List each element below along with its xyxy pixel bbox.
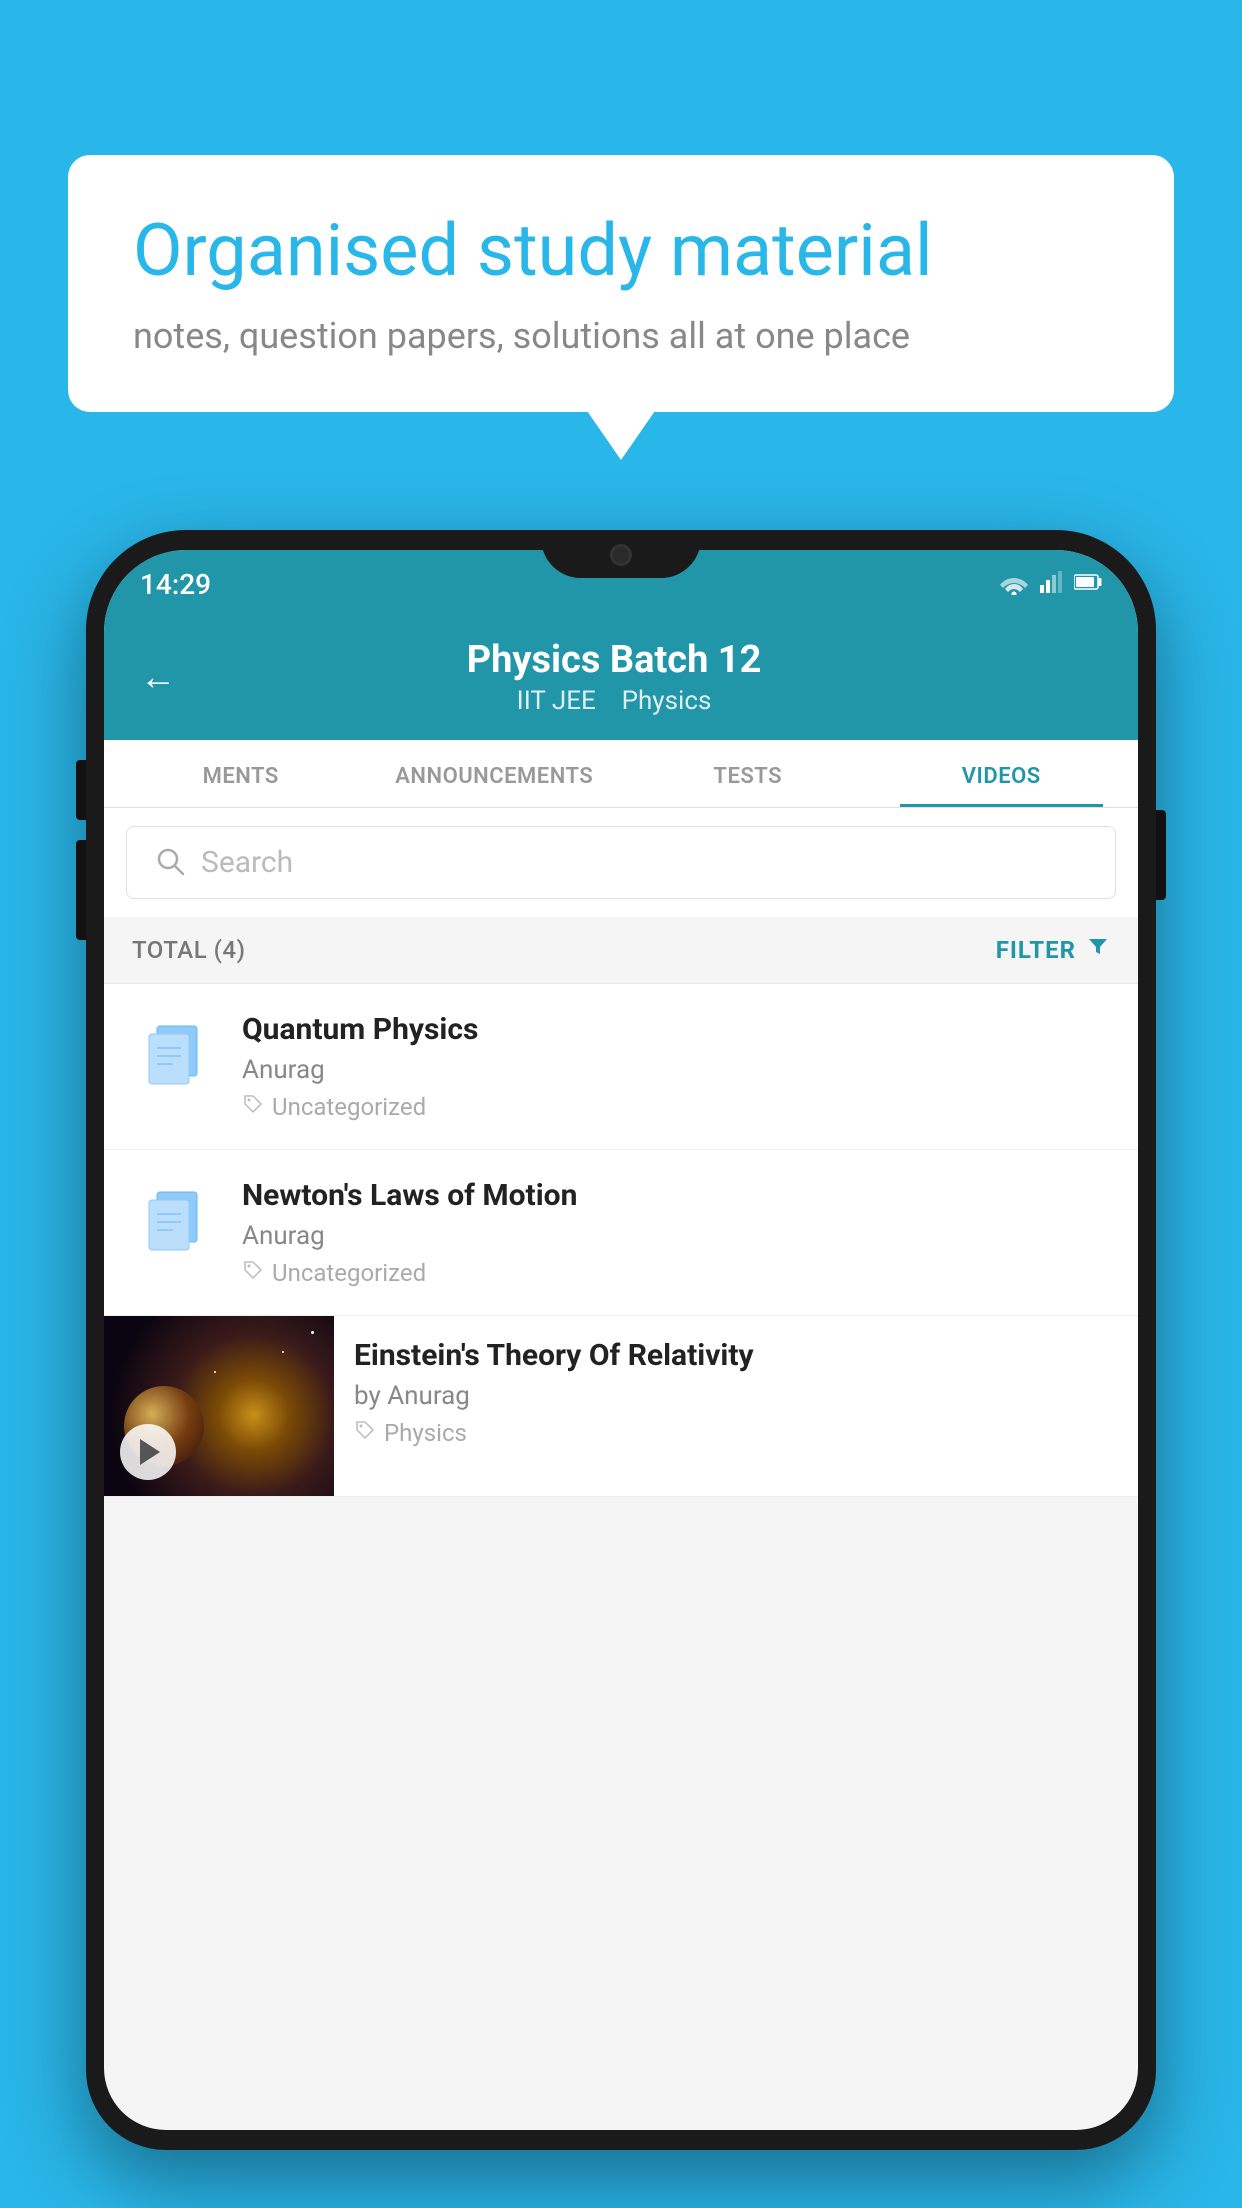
item-icon — [128, 1012, 218, 1088]
play-triangle-icon — [140, 1439, 160, 1465]
phone-mockup: 14:29 — [86, 530, 1156, 2208]
tab-announcements[interactable]: ANNOUNCEMENTS — [368, 740, 622, 807]
search-box[interactable]: Search — [126, 826, 1116, 899]
tabs-bar: MENTS ANNOUNCEMENTS TESTS VIDEOS — [104, 740, 1138, 808]
tag-icon — [242, 1093, 264, 1121]
speech-bubble-container: Organised study material notes, question… — [68, 155, 1174, 412]
item-tag: Uncategorized — [242, 1093, 1114, 1121]
item-author: by Anurag — [354, 1381, 1118, 1411]
volume-down-button — [76, 840, 86, 940]
total-count: TOTAL (4) — [132, 936, 245, 964]
list-item[interactable]: Quantum Physics Anurag Uncategorized — [104, 984, 1138, 1150]
filter-button[interactable]: FILTER — [996, 935, 1110, 965]
tag-label: Uncategorized — [272, 1259, 426, 1287]
phone-camera — [610, 544, 632, 566]
header-text: Physics Batch 12 IIT JEE Physics — [200, 638, 1028, 716]
item-author: Anurag — [242, 1055, 1114, 1085]
header-subtitle-part1: IIT JEE — [517, 686, 596, 716]
back-button[interactable]: ← — [140, 656, 176, 698]
header-title: Physics Batch 12 — [200, 638, 1028, 682]
signal-icon — [1040, 571, 1062, 597]
search-container: Search — [104, 808, 1138, 917]
header-subtitle: IIT JEE Physics — [200, 686, 1028, 716]
tab-ments[interactable]: MENTS — [114, 740, 368, 807]
search-placeholder: Search — [201, 845, 293, 880]
search-icon — [155, 846, 185, 880]
item-content: Einstein's Theory Of Relativity by Anura… — [334, 1316, 1138, 1469]
item-content: Quantum Physics Anurag Uncategorized — [242, 1012, 1114, 1121]
tag-label: Physics — [384, 1419, 467, 1447]
play-button[interactable] — [120, 1424, 176, 1480]
filter-icon — [1086, 935, 1110, 965]
item-author: Anurag — [242, 1221, 1114, 1251]
item-content: Newton's Laws of Motion Anurag Uncategor… — [242, 1178, 1114, 1287]
app-header: ← Physics Batch 12 IIT JEE Physics — [104, 618, 1138, 740]
phone-screen: 14:29 — [104, 550, 1138, 2130]
item-tag: Physics — [354, 1419, 1118, 1447]
video-list: Quantum Physics Anurag Uncategorized — [104, 984, 1138, 1497]
folder-icon — [141, 1018, 205, 1088]
item-title: Quantum Physics — [242, 1012, 1114, 1047]
volume-up-button — [76, 760, 86, 820]
battery-icon — [1074, 573, 1102, 595]
list-item[interactable]: Newton's Laws of Motion Anurag Uncategor… — [104, 1150, 1138, 1316]
item-title: Einstein's Theory Of Relativity — [354, 1338, 1118, 1373]
header-subtitle-part2: Physics — [622, 686, 712, 716]
list-item[interactable]: Einstein's Theory Of Relativity by Anura… — [104, 1316, 1138, 1497]
phone-notch — [541, 530, 701, 578]
video-thumbnail — [104, 1316, 334, 1496]
item-icon — [128, 1178, 218, 1254]
speech-bubble: Organised study material notes, question… — [68, 155, 1174, 412]
tag-label: Uncategorized — [272, 1093, 426, 1121]
tag-icon — [354, 1419, 376, 1447]
filter-row: TOTAL (4) FILTER — [104, 917, 1138, 984]
tag-icon — [242, 1259, 264, 1287]
item-title: Newton's Laws of Motion — [242, 1178, 1114, 1213]
bubble-subtitle: notes, question papers, solutions all at… — [133, 315, 1109, 357]
wifi-icon — [1000, 573, 1028, 595]
filter-label: FILTER — [996, 936, 1076, 964]
folder-icon — [141, 1184, 205, 1254]
status-icons — [1000, 571, 1102, 597]
item-tag: Uncategorized — [242, 1259, 1114, 1287]
bubble-title: Organised study material — [133, 210, 1109, 293]
power-button — [1156, 810, 1166, 900]
tab-tests[interactable]: TESTS — [621, 740, 875, 807]
phone-outer: 14:29 — [86, 530, 1156, 2150]
tab-videos[interactable]: VIDEOS — [875, 740, 1129, 807]
status-time: 14:29 — [140, 568, 211, 601]
